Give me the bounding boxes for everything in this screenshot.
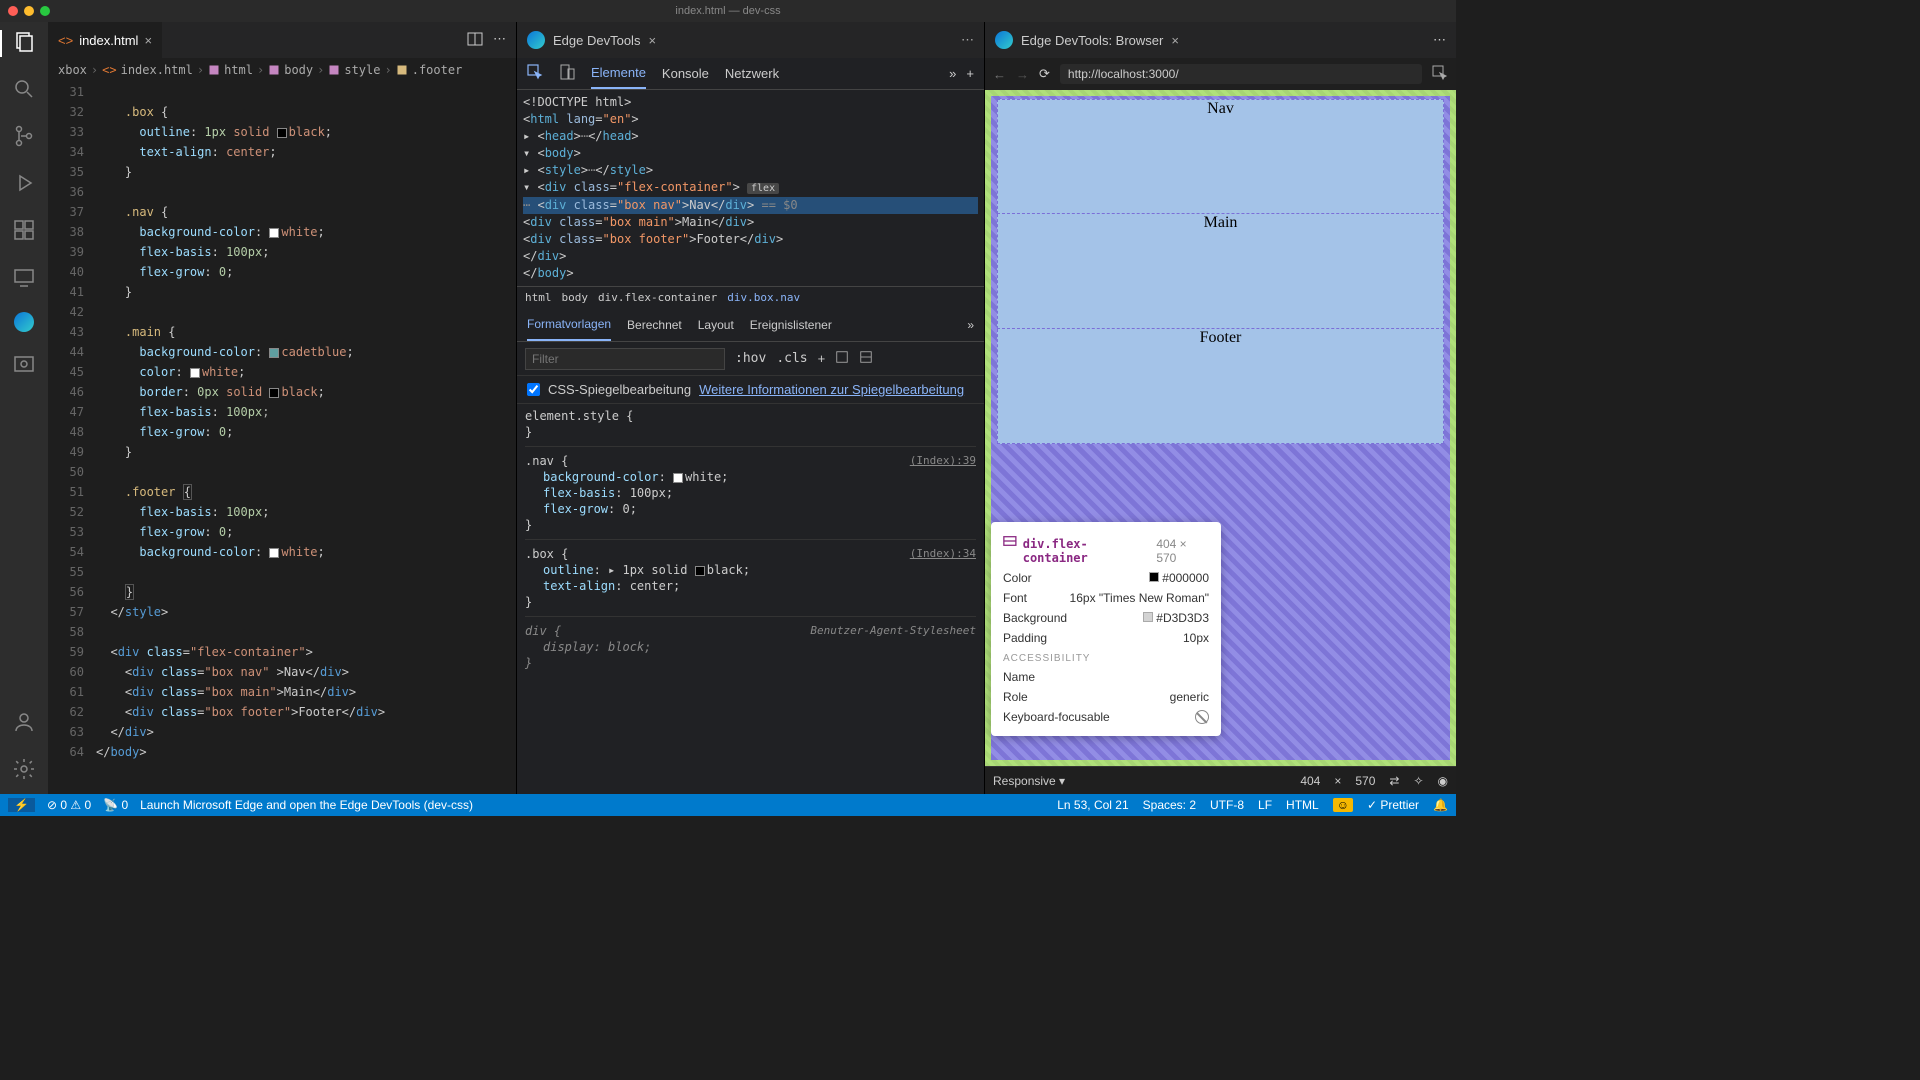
touch-icon[interactable]: ✧ <box>1413 774 1423 788</box>
tab-netzwerk[interactable]: Netzwerk <box>725 66 779 81</box>
ports[interactable]: 📡 0 <box>103 798 128 812</box>
plus-icon[interactable]: + <box>818 351 826 366</box>
styles-filter: :hov .cls + <box>517 342 984 376</box>
hov-toggle[interactable]: :hov <box>735 351 766 366</box>
devtools-title: Edge DevTools × ⋯ <box>517 22 984 58</box>
slash-icon <box>1195 710 1209 724</box>
devtools-column: Edge DevTools × ⋯ Elemente Konsole Netzw… <box>516 22 984 794</box>
css-mirror-link[interactable]: Weitere Informationen zur Spiegelbearbei… <box>699 382 964 397</box>
pane-layout[interactable]: Layout <box>698 318 734 332</box>
explorer-icon[interactable] <box>0 30 48 57</box>
edge-logo-icon <box>995 31 1013 49</box>
more-icon[interactable]: ⋯ <box>1433 32 1446 48</box>
dom-tree[interactable]: <!DOCTYPE html> <html lang="en"> ▸ <head… <box>517 90 984 286</box>
launch-hint[interactable]: Launch Microsoft Edge and open the Edge … <box>140 798 473 812</box>
max-dot[interactable] <box>40 6 50 16</box>
close-dot[interactable] <box>8 6 18 16</box>
browser-close-icon[interactable]: × <box>1171 33 1179 48</box>
browser-nav: ← → ⟳ http://localhost:3000/ <box>985 58 1456 90</box>
problems[interactable]: ⊘ 0 ⚠ 0 <box>47 798 91 812</box>
layout-icon[interactable] <box>859 350 873 367</box>
html-file-icon: <> <box>58 33 73 48</box>
encoding[interactable]: UTF-8 <box>1210 798 1244 812</box>
editor-body[interactable]: 3132333435363738394041424344454647484950… <box>48 82 516 794</box>
computed-icon[interactable] <box>835 350 849 367</box>
css-mirror-row: CSS-Spiegelbearbeitung Weitere Informati… <box>517 376 984 404</box>
language-mode[interactable]: HTML <box>1286 798 1319 812</box>
inspect-tooltip: div.flex-container 404 × 570 Color#00000… <box>991 522 1221 736</box>
plus-icon[interactable]: + <box>966 66 974 81</box>
chevron-right-icon[interactable]: » <box>949 66 956 81</box>
forward-icon[interactable]: → <box>1016 67 1029 82</box>
url-bar[interactable]: http://localhost:3000/ <box>1060 64 1422 84</box>
tab-elemente[interactable]: Elemente <box>591 58 646 89</box>
page-nav: Nav <box>997 99 1444 214</box>
cursor-position[interactable]: Ln 53, Col 21 <box>1057 798 1128 812</box>
activity-bar <box>0 22 48 794</box>
cls-toggle[interactable]: .cls <box>776 351 807 366</box>
settings-gear-icon[interactable] <box>12 757 36 784</box>
pane-berechnet[interactable]: Berechnet <box>627 318 682 332</box>
filter-input[interactable] <box>525 348 725 370</box>
prettier[interactable]: ✓ Prettier <box>1367 798 1419 812</box>
browser-title: Edge DevTools: Browser × ⋯ <box>985 22 1456 58</box>
indent[interactable]: Spaces: 2 <box>1143 798 1196 812</box>
editor-column: <> index.html × ⋯ xbox› <> index.html› h… <box>48 22 516 794</box>
search-icon[interactable] <box>12 77 36 104</box>
dom-breadcrumb[interactable]: html body div.flex-container div.box.nav <box>517 286 984 308</box>
screenshot-icon[interactable] <box>12 352 36 379</box>
window-titlebar: index.html — dev-css <box>0 0 1456 22</box>
browser-column: Edge DevTools: Browser × ⋯ ← → ⟳ http://… <box>984 22 1456 794</box>
browser-viewport[interactable]: Nav Main Footer div.flex-container 404 ×… <box>985 90 1456 766</box>
close-tab-icon[interactable]: × <box>144 33 152 48</box>
pane-formatvorlagen[interactable]: Formatvorlagen <box>527 308 611 341</box>
styles-rules[interactable]: element.style { } .nav {(Index):39 backg… <box>517 404 984 794</box>
edge-icon[interactable] <box>14 312 34 332</box>
more-icon[interactable]: ⋯ <box>493 31 506 50</box>
min-dot[interactable] <box>24 6 34 16</box>
width-input[interactable]: 404 <box>1300 774 1320 788</box>
css-mirror-checkbox[interactable] <box>527 383 540 396</box>
remote-icon[interactable] <box>12 265 36 292</box>
capture-icon[interactable]: ◉ <box>1438 774 1448 788</box>
reload-icon[interactable]: ⟳ <box>1039 66 1050 82</box>
devtools-tabs: Elemente Konsole Netzwerk » + <box>517 58 984 90</box>
page-main: Main <box>997 214 1444 329</box>
chevron-right-icon[interactable]: » <box>967 318 974 332</box>
pane-ereignislistener[interactable]: Ereignislistener <box>750 318 832 332</box>
account-icon[interactable] <box>12 710 36 737</box>
back-icon[interactable]: ← <box>993 67 1006 82</box>
bell-icon[interactable]: 🔔 <box>1433 798 1448 812</box>
status-bar: ⚡ ⊘ 0 ⚠ 0 📡 0 Launch Microsoft Edge and … <box>0 794 1456 816</box>
device-icon[interactable] <box>559 64 575 83</box>
breadcrumb[interactable]: xbox› <> index.html› html› body› style› … <box>48 58 516 82</box>
editor-tabs: <> index.html × ⋯ <box>48 22 516 58</box>
git-icon[interactable] <box>12 124 36 151</box>
rotate-icon[interactable]: ⇄ <box>1389 774 1399 788</box>
tab-konsole[interactable]: Konsole <box>662 66 709 81</box>
remote-indicator[interactable]: ⚡ <box>8 798 35 812</box>
debug-icon[interactable] <box>12 171 36 198</box>
inspect-icon[interactable] <box>1432 65 1448 84</box>
feedback-icon[interactable]: ☺ <box>1333 798 1353 812</box>
window-title: index.html — dev-css <box>675 5 780 17</box>
eol[interactable]: LF <box>1258 798 1272 812</box>
page-footer: Footer <box>997 329 1444 444</box>
editor-tab-index[interactable]: <> index.html × <box>48 22 162 58</box>
device-toolbar: Responsive ▾ 404 × 570 ⇄ ✧ ◉ <box>985 766 1456 794</box>
devtools-close-icon[interactable]: × <box>648 33 656 48</box>
more-icon[interactable]: ⋯ <box>961 32 974 48</box>
code-content[interactable]: .box { outline: 1px solid black; text-al… <box>96 82 516 794</box>
edge-logo-icon <box>527 31 545 49</box>
styles-panes: Formatvorlagen Berechnet Layout Ereignis… <box>517 308 984 342</box>
split-editor-icon[interactable] <box>467 31 483 50</box>
height-input[interactable]: 570 <box>1355 774 1375 788</box>
extensions-icon[interactable] <box>12 218 36 245</box>
responsive-dropdown[interactable]: Responsive ▾ <box>993 774 1065 788</box>
inspect-icon[interactable] <box>527 64 543 83</box>
line-gutter: 3132333435363738394041424344454647484950… <box>48 82 96 794</box>
